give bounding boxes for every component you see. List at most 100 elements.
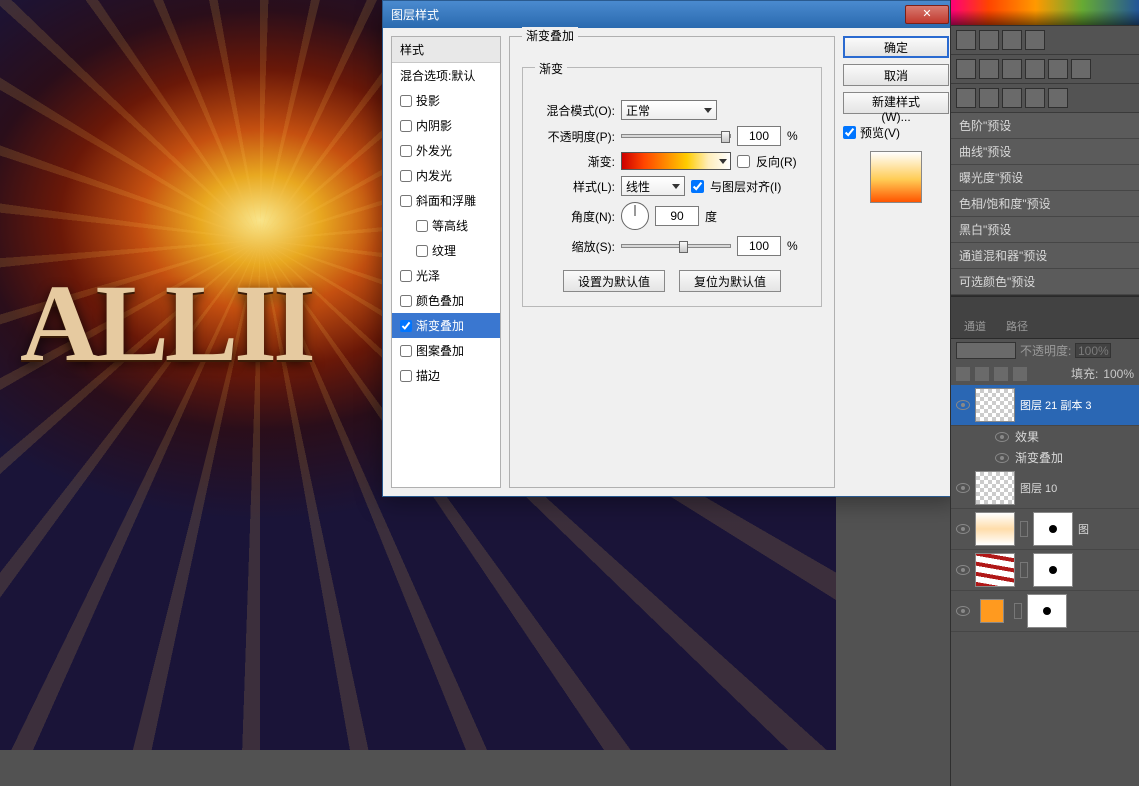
layer-thumbnail[interactable] bbox=[975, 471, 1015, 505]
hue-icon[interactable] bbox=[979, 59, 999, 79]
layer-mask-thumbnail[interactable] bbox=[1027, 594, 1067, 628]
layer-row-5[interactable] bbox=[951, 591, 1139, 632]
style-inner-glow[interactable]: 内发光 bbox=[392, 163, 500, 188]
exposure-icon[interactable] bbox=[1025, 30, 1045, 50]
preset-hue[interactable]: 色相/饱和度"预设 bbox=[951, 191, 1139, 217]
cancel-button[interactable]: 取消 bbox=[843, 64, 949, 86]
satin-checkbox[interactable] bbox=[400, 270, 412, 282]
photo-filter-icon[interactable] bbox=[1048, 59, 1068, 79]
drop-shadow-checkbox[interactable] bbox=[400, 95, 412, 107]
style-color-overlay[interactable]: 颜色叠加 bbox=[392, 288, 500, 313]
tab-paths[interactable]: 路径 bbox=[997, 314, 1037, 338]
blend-select[interactable] bbox=[956, 342, 1016, 359]
visibility-toggle[interactable] bbox=[956, 565, 970, 575]
angle-input[interactable] bbox=[655, 206, 699, 226]
bw-icon[interactable] bbox=[1025, 59, 1045, 79]
fx-gradient-overlay[interactable]: 渐变叠加 bbox=[951, 447, 1139, 468]
visibility-toggle[interactable] bbox=[956, 483, 970, 493]
style-stroke[interactable]: 描边 bbox=[392, 363, 500, 388]
gradient-map-icon[interactable] bbox=[1025, 88, 1045, 108]
reset-default-button[interactable]: 复位为默认值 bbox=[679, 270, 781, 292]
layer-mask-thumbnail[interactable] bbox=[1033, 553, 1073, 587]
color-overlay-checkbox[interactable] bbox=[400, 295, 412, 307]
scale-input[interactable] bbox=[737, 236, 781, 256]
fill-value[interactable]: 100% bbox=[1103, 367, 1134, 381]
gradient-overlay-checkbox[interactable] bbox=[400, 320, 412, 332]
link-icon[interactable] bbox=[1020, 562, 1028, 578]
preset-mixer[interactable]: 通道混和器"预设 bbox=[951, 243, 1139, 269]
style-drop-shadow[interactable]: 投影 bbox=[392, 88, 500, 113]
bevel-checkbox[interactable] bbox=[400, 195, 412, 207]
fx-header[interactable]: 效果 bbox=[951, 426, 1139, 447]
levels-icon[interactable] bbox=[979, 30, 999, 50]
visibility-toggle[interactable] bbox=[995, 432, 1009, 442]
contour-checkbox[interactable] bbox=[416, 220, 428, 232]
layer-row-4[interactable] bbox=[951, 550, 1139, 591]
visibility-toggle[interactable] bbox=[956, 524, 970, 534]
preset-curves[interactable]: 曲线"预设 bbox=[951, 139, 1139, 165]
style-texture[interactable]: 纹理 bbox=[392, 238, 500, 263]
stroke-checkbox[interactable] bbox=[400, 370, 412, 382]
preset-selective[interactable]: 可选颜色"预设 bbox=[951, 269, 1139, 295]
balance-icon[interactable] bbox=[1002, 59, 1022, 79]
align-checkbox[interactable] bbox=[691, 180, 704, 193]
layer-thumbnail[interactable] bbox=[980, 599, 1004, 623]
outer-glow-checkbox[interactable] bbox=[400, 145, 412, 157]
blend-mode-select[interactable]: 正常 bbox=[621, 100, 717, 120]
visibility-toggle[interactable] bbox=[956, 400, 970, 410]
posterize-icon[interactable] bbox=[979, 88, 999, 108]
layer-row-1[interactable]: 图层 21 副本 3 bbox=[951, 385, 1139, 426]
style-outer-glow[interactable]: 外发光 bbox=[392, 138, 500, 163]
scale-slider[interactable] bbox=[621, 244, 731, 248]
style-select[interactable]: 线性 bbox=[621, 176, 685, 196]
angle-dial[interactable] bbox=[621, 202, 649, 230]
blend-options-item[interactable]: 混合选项:默认 bbox=[392, 63, 500, 88]
new-style-button[interactable]: 新建样式(W)... bbox=[843, 92, 949, 114]
opacity-input[interactable] bbox=[737, 126, 781, 146]
curves-icon[interactable] bbox=[1002, 30, 1022, 50]
link-icon[interactable] bbox=[1014, 603, 1022, 619]
layer-thumbnail[interactable] bbox=[975, 553, 1015, 587]
style-gradient-overlay[interactable]: 渐变叠加 bbox=[392, 313, 500, 338]
inner-shadow-checkbox[interactable] bbox=[400, 120, 412, 132]
style-satin[interactable]: 光泽 bbox=[392, 263, 500, 288]
lock-transparency-icon[interactable] bbox=[956, 367, 970, 381]
selective-color-icon[interactable] bbox=[1048, 88, 1068, 108]
brightness-icon[interactable] bbox=[956, 30, 976, 50]
style-contour[interactable]: 等高线 bbox=[392, 213, 500, 238]
threshold-icon[interactable] bbox=[1002, 88, 1022, 108]
texture-checkbox[interactable] bbox=[416, 245, 428, 257]
style-inner-shadow[interactable]: 内阴影 bbox=[392, 113, 500, 138]
layer-row-3[interactable]: 图 bbox=[951, 509, 1139, 550]
vibrance-icon[interactable] bbox=[956, 59, 976, 79]
preset-exposure[interactable]: 曝光度"预设 bbox=[951, 165, 1139, 191]
visibility-toggle[interactable] bbox=[995, 453, 1009, 463]
lock-position-icon[interactable] bbox=[994, 367, 1008, 381]
style-pattern-overlay[interactable]: 图案叠加 bbox=[392, 338, 500, 363]
preset-levels[interactable]: 色阶"预设 bbox=[951, 113, 1139, 139]
opacity-value[interactable]: 100% bbox=[1075, 343, 1111, 358]
visibility-toggle[interactable] bbox=[956, 606, 970, 616]
mixer-icon[interactable] bbox=[1071, 59, 1091, 79]
gradient-picker[interactable] bbox=[621, 152, 731, 170]
set-default-button[interactable]: 设置为默认值 bbox=[563, 270, 665, 292]
style-bevel[interactable]: 斜面和浮雕 bbox=[392, 188, 500, 213]
dialog-titlebar[interactable]: 图层样式 ✕ bbox=[383, 1, 957, 28]
reverse-checkbox[interactable] bbox=[737, 155, 750, 168]
styles-header[interactable]: 样式 bbox=[392, 37, 500, 63]
invert-icon[interactable] bbox=[956, 88, 976, 108]
inner-glow-checkbox[interactable] bbox=[400, 170, 412, 182]
layer-thumbnail[interactable] bbox=[975, 388, 1015, 422]
ok-button[interactable]: 确定 bbox=[843, 36, 949, 58]
layer-thumbnail[interactable] bbox=[975, 512, 1015, 546]
preset-bw[interactable]: 黑白"预设 bbox=[951, 217, 1139, 243]
opacity-slider[interactable] bbox=[621, 134, 731, 138]
lock-all-icon[interactable] bbox=[1013, 367, 1027, 381]
layer-mask-thumbnail[interactable] bbox=[1033, 512, 1073, 546]
pattern-overlay-checkbox[interactable] bbox=[400, 345, 412, 357]
tab-channels[interactable]: 通道 bbox=[955, 314, 995, 338]
layer-row-2[interactable]: 图层 10 bbox=[951, 468, 1139, 509]
preview-checkbox[interactable] bbox=[843, 126, 856, 139]
lock-pixels-icon[interactable] bbox=[975, 367, 989, 381]
link-icon[interactable] bbox=[1020, 521, 1028, 537]
